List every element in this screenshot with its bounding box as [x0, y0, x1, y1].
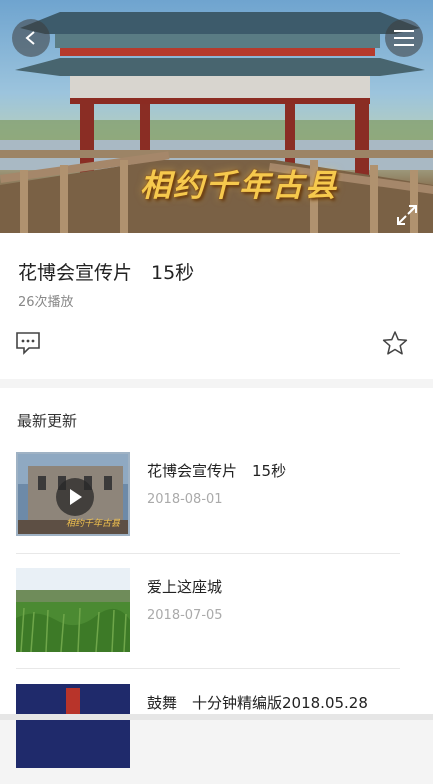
play-count: 26次播放	[18, 295, 74, 310]
list-item-title: 花博会宣传片 15秒	[147, 462, 287, 480]
play-button[interactable]	[56, 478, 94, 516]
star-outline-icon[interactable]	[382, 330, 408, 356]
video-thumbnail[interactable]	[16, 684, 130, 768]
list-item-date: 2018-07-05	[147, 608, 223, 623]
play-icon	[70, 489, 82, 505]
video-thumbnail[interactable]	[16, 568, 130, 652]
chevron-left-icon	[25, 31, 35, 45]
list-item-title: 爱上这座城	[147, 578, 223, 596]
list-item[interactable]: 爱上这座城 2018-07-05	[16, 568, 400, 668]
expand-icon[interactable]	[395, 203, 419, 227]
divider	[16, 668, 400, 669]
video-player[interactable]: 相约千年古县	[0, 0, 433, 233]
video-thumbnail[interactable]: 相约千年古县	[16, 452, 130, 536]
hamburger-menu-icon	[394, 30, 414, 46]
video-caption: 相约千年古县	[140, 168, 338, 204]
svg-text:相约千年古县: 相约千年古县	[66, 518, 121, 529]
list-item[interactable]: 鼓舞 十分钟精编版2018.05.28	[16, 684, 400, 784]
video-info: 花博会宣传片 15秒 26次播放	[0, 233, 433, 379]
video-title: 花博会宣传片 15秒	[18, 262, 195, 284]
list-item-title: 鼓舞 十分钟精编版2018.05.28	[147, 694, 368, 712]
list-item-date: 2018-08-01	[147, 492, 223, 507]
menu-button[interactable]	[385, 19, 423, 57]
latest-updates-section: 最新更新 相约千年古县 花博会宣传片 15秒 2018-08-01 爱上这座城 …	[0, 388, 433, 768]
back-button[interactable]	[12, 19, 50, 57]
list-item[interactable]: 相约千年古县 花博会宣传片 15秒 2018-08-01	[16, 452, 400, 552]
thumbnail-grassland	[16, 568, 130, 652]
divider	[16, 553, 400, 554]
section-heading: 最新更新	[17, 412, 78, 430]
comment-bubble-icon[interactable]	[15, 331, 41, 355]
bottom-bar	[0, 714, 433, 720]
thumbnail-drum-dance	[16, 684, 130, 768]
